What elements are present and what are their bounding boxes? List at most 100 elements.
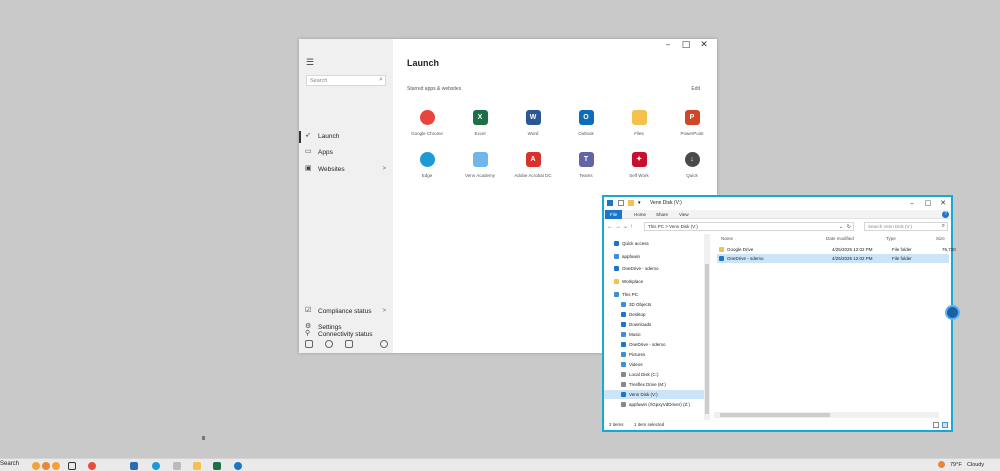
launch-search-input[interactable]: Search ⌕: [306, 75, 386, 86]
app-tile[interactable]: ✦ Self Work: [613, 152, 665, 192]
sidebar-item-apps[interactable]: ▭ Apps: [299, 146, 393, 160]
maximize-icon[interactable]: □: [677, 39, 695, 52]
selection-count: 1 item selected: [634, 422, 665, 427]
nav-item[interactable]: appfuwin: [604, 252, 704, 261]
nav-item[interactable]: OneDrive - sdemo: [604, 340, 704, 349]
tab-share[interactable]: Share: [656, 210, 668, 219]
browser-icon: ▣: [305, 165, 312, 172]
weather-icon: [938, 461, 945, 468]
sidebar-item-label: Apps: [318, 149, 333, 156]
app-tile[interactable]: Google Chrome: [401, 110, 453, 150]
weather-text[interactable]: Cloudy: [967, 462, 984, 468]
folder-icon: [621, 402, 626, 407]
taskbar-search[interactable]: Search: [0, 461, 19, 467]
app-tile[interactable]: W Word: [507, 110, 559, 150]
maximize-icon[interactable]: □: [921, 198, 935, 209]
sidebar-item-label: Websites: [318, 166, 345, 173]
app-tile[interactable]: O Outlook: [560, 110, 612, 150]
nav-item-label: OneDrive - sdemo: [629, 342, 666, 347]
nav-item[interactable]: This PC: [604, 290, 704, 299]
nav-item[interactable]: Downloads: [604, 320, 704, 329]
app-tile[interactable]: A Adobe Acrobat DC: [507, 152, 559, 192]
column-header-type[interactable]: Type: [886, 236, 896, 241]
chevron-right-icon: >: [382, 308, 386, 314]
horizontal-scrollbar[interactable]: [714, 412, 939, 418]
table-row[interactable]: OneDrive - sdemo 4/25/2025 12:02 PM File f…: [717, 254, 949, 263]
column-header-name[interactable]: Name: [721, 236, 733, 241]
people-icon[interactable]: [32, 462, 40, 470]
nav-item[interactable]: Workplace: [604, 277, 704, 286]
app-tile[interactable]: ↓ Quick: [666, 152, 718, 192]
refresh-icon[interactable]: ↻: [847, 223, 851, 231]
app-icon[interactable]: [173, 462, 181, 470]
nav-item[interactable]: Local Disk (C:): [604, 370, 704, 379]
chevron-down-icon[interactable]: ⌄: [839, 223, 843, 231]
folder-icon: [614, 266, 619, 271]
chrome-icon: [419, 110, 435, 125]
nav-buttons[interactable]: ←→⌄↑: [607, 223, 635, 230]
hamburger-menu-icon[interactable]: ☰: [306, 57, 314, 68]
new-folder-icon[interactable]: [628, 200, 634, 206]
task-view-icon[interactable]: [68, 462, 76, 470]
folder-icon: [621, 312, 626, 317]
nav-item[interactable]: Videos: [604, 360, 704, 369]
explorer-search-placeholder: Search Venn Disk (V:): [868, 224, 913, 229]
venn-floating-icon[interactable]: [945, 305, 960, 320]
app-tile[interactable]: T Teams: [560, 152, 612, 192]
minimize-icon[interactable]: –: [659, 39, 677, 52]
folder-icon: [621, 392, 626, 397]
app-tile[interactable]: Files: [613, 110, 665, 150]
help-icon[interactable]: ?: [942, 211, 949, 218]
starred-subtitle: Starred apps & websites: [407, 86, 462, 92]
scroll-thumb[interactable]: [705, 264, 709, 414]
nav-item[interactable]: Pictures: [604, 350, 704, 359]
sidebar-item-launch[interactable]: ➶ Launch: [299, 130, 393, 144]
chart-app-icon[interactable]: [130, 462, 138, 470]
sidebar-item-websites[interactable]: ▣ Websites >: [299, 163, 393, 177]
people-icon[interactable]: [42, 462, 50, 470]
explorer-search-input[interactable]: Search Venn Disk (V:) ⌕: [864, 222, 948, 231]
tab-file[interactable]: File: [605, 210, 623, 219]
column-header-size[interactable]: Size: [936, 236, 945, 241]
properties-icon[interactable]: [618, 200, 624, 206]
large-icons-view-icon[interactable]: [942, 422, 948, 428]
minimize-icon[interactable]: –: [905, 198, 919, 209]
tab-home[interactable]: Home: [634, 210, 646, 219]
app-tile[interactable]: X Excel: [454, 110, 506, 150]
sidebar-item-settings[interactable]: ⚙ Settings: [299, 321, 393, 335]
app-tile[interactable]: Venn Academy: [454, 152, 506, 192]
excel-icon: X: [472, 110, 488, 125]
app-label: Outlook: [578, 131, 594, 136]
nav-item[interactable]: OneDrive - sdemo: [604, 264, 704, 273]
app-tile[interactable]: Edge: [401, 152, 453, 192]
folder-icon: [621, 302, 626, 307]
table-row[interactable]: Google Drive 4/25/2025 12:02 PM File folde…: [717, 245, 956, 254]
app-tile[interactable]: P PowerPoint: [666, 110, 718, 150]
close-icon[interactable]: ✕: [936, 198, 950, 209]
edge-icon[interactable]: [152, 462, 160, 470]
details-view-icon[interactable]: [933, 422, 939, 428]
nav-item[interactable]: Tresflex Drive (M:): [604, 380, 704, 389]
excel-icon[interactable]: [213, 462, 221, 470]
venn-icon[interactable]: [234, 462, 242, 470]
column-header-date[interactable]: Date modified: [826, 236, 854, 241]
tab-view[interactable]: View: [679, 210, 689, 219]
nav-item[interactable]: Desktop: [604, 310, 704, 319]
address-bar[interactable]: This PC > Venn Disk (V:) ⌄ ↻: [644, 222, 854, 231]
scroll-thumb[interactable]: [720, 413, 830, 417]
nav-scrollbar[interactable]: [704, 234, 710, 420]
nav-item[interactable]: 3D Objects: [604, 300, 704, 309]
sidebar-item-compliance[interactable]: ☑ Compliance status >: [299, 305, 393, 319]
nav-item[interactable]: Venn Disk (V:): [604, 390, 704, 399]
folder-icon: [719, 256, 724, 261]
chrome-icon[interactable]: [88, 462, 96, 470]
close-icon[interactable]: ✕: [695, 39, 713, 52]
nav-item[interactable]: Quick access: [604, 239, 704, 248]
quick-access-dropdown-icon[interactable]: ▾: [638, 200, 644, 206]
nav-item[interactable]: Music: [604, 330, 704, 339]
edit-link[interactable]: Edit: [691, 86, 700, 92]
people-icon[interactable]: [52, 462, 60, 470]
nav-item[interactable]: appfuwin (\\GpxyVdDriver) (Z:): [604, 400, 704, 409]
folder-icon[interactable]: [193, 462, 201, 470]
weather-temp[interactable]: 79°F: [950, 462, 962, 468]
